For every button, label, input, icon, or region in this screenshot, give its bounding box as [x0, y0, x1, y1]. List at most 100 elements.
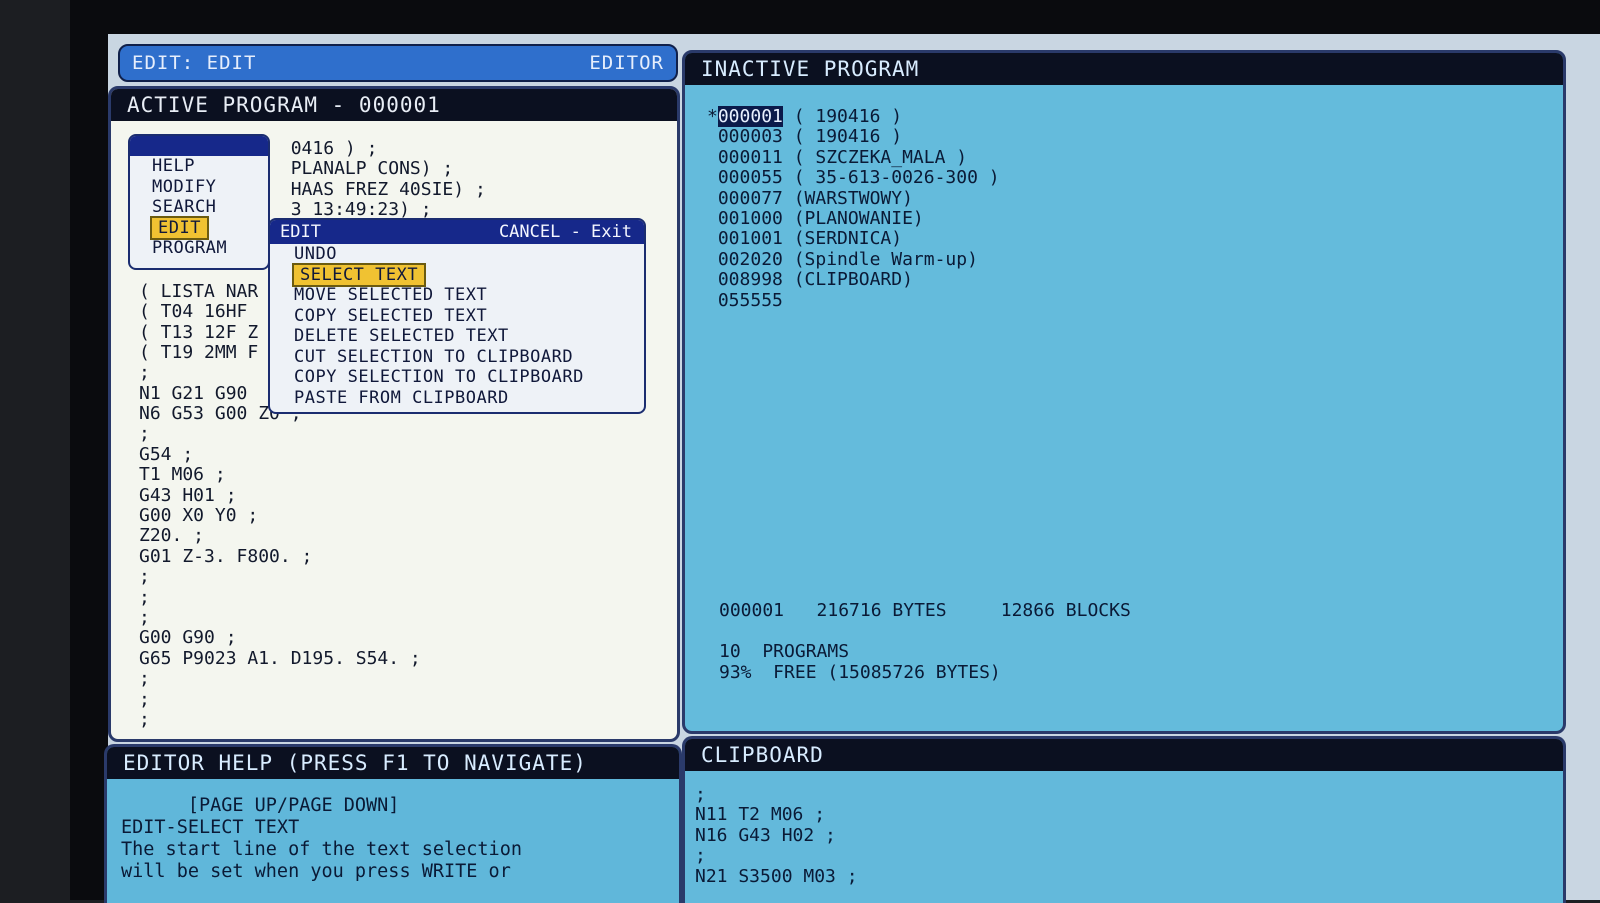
program-menu-item-edit[interactable]: EDIT: [130, 215, 268, 240]
edit-mode-label: EDIT: EDIT: [132, 52, 257, 74]
edit-submenu[interactable]: EDIT CANCEL - Exit UNDO SELECT TEXT MOVE S…: [268, 218, 646, 414]
code-line: ;: [139, 566, 150, 588]
clipboard-panel[interactable]: CLIPBOARD ; N11 T2 M06 ; N16 G43 H02 ;; N21…: [682, 736, 1566, 903]
edit-menu-item-cut-selection-to-clipboard[interactable]: CUT SELECTION TO CLIPBOARD: [270, 347, 644, 368]
active-marker: [707, 147, 718, 168]
program-comment: (WARSTWOWY): [782, 187, 913, 209]
free-space-line: 93% FREE (15085726 BYTES): [719, 661, 1001, 683]
active-marker: [707, 188, 718, 209]
edit-menu-item-paste-from-clipboard[interactable]: PASTE FROM CLIPBOARD: [270, 388, 644, 409]
code-line: T1 M06 ;: [139, 464, 226, 486]
clipboard-line: ;: [695, 784, 706, 805]
edit-submenu-header: EDIT CANCEL - Exit: [270, 220, 644, 244]
code-line: G65 P9023 A1. D195. S54. ;: [139, 647, 421, 669]
program-row[interactable]: 000003 ( 190416 ): [707, 127, 1000, 147]
program-menu-item-help[interactable]: HELP: [130, 156, 268, 177]
program-id: 055555: [717, 289, 783, 311]
help-line: The start line of the text selection: [121, 839, 522, 860]
clipboard-title: CLIPBOARD: [685, 739, 1563, 771]
active-program-title: ACTIVE PROGRAM - 000001: [111, 89, 677, 121]
program-comment: (CLIPBOARD): [782, 269, 913, 291]
edit-menu-item-copy-selected-text[interactable]: COPY SELECTED TEXT: [270, 306, 644, 327]
program-id: 002020: [717, 248, 783, 270]
code-line: ;: [139, 708, 150, 730]
edit-mode-bar: EDIT: EDIT EDITOR: [118, 44, 678, 82]
code-line: G00 X0 Y0 ;: [139, 505, 259, 527]
program-comment: (Spindle Warm-up): [782, 248, 978, 270]
program-comment: ( 190416 ): [782, 126, 903, 148]
program-row[interactable]: *000001 ( 190416 ): [707, 106, 1000, 127]
editor-help-title: EDITOR HELP (PRESS F1 TO NAVIGATE): [107, 747, 679, 779]
edit-menu-item-undo[interactable]: UNDO: [270, 244, 644, 265]
active-marker: [707, 269, 718, 290]
program-menu[interactable]: HELP MODIFY SEARCH EDIT PROGRAM: [128, 134, 270, 270]
program-id: 000003: [717, 126, 783, 148]
program-list[interactable]: *000001 ( 190416 ) 000003 ( 190416 ) 000…: [707, 106, 1000, 311]
program-stats: 000001 216716 BYTES 12866 BLOCKS 10 PROG…: [719, 600, 1131, 683]
program-row[interactable]: 055555: [707, 289, 1000, 311]
program-row[interactable]: 008998 (CLIPBOARD): [707, 269, 1000, 291]
code-line: G43 H01 ;: [139, 484, 237, 506]
program-row[interactable]: 002020 (Spindle Warm-up): [707, 248, 1000, 270]
program-comment: [783, 290, 794, 311]
active-marker: [707, 290, 718, 311]
edit-menu-item-delete-selected-text[interactable]: DELETE SELECTED TEXT: [270, 326, 644, 347]
program-comment: (SERDNICA): [782, 228, 903, 250]
code-line: G00 G90 ;: [139, 627, 237, 649]
clipboard-line: N21 S3500 M03 ;: [695, 865, 858, 887]
program-id: 001001: [717, 228, 783, 250]
program-row[interactable]: 001000 (PLANOWANIE): [707, 207, 1000, 229]
inactive-program-title: INACTIVE PROGRAM: [685, 53, 1563, 85]
help-line: EDIT-SELECT TEXT: [121, 817, 300, 838]
code-line: ;: [139, 606, 150, 628]
code-line: ;: [139, 668, 150, 690]
program-comment: ( 35-613-0026-300 ): [782, 167, 1000, 189]
edit-submenu-title: EDIT: [280, 222, 321, 242]
program-comment: (PLANOWANIE): [782, 207, 924, 229]
help-line: [PAGE UP/PAGE DOWN]: [121, 795, 400, 816]
active-marker: [707, 228, 718, 249]
program-comment: ( SZCZEKA_MALA ): [782, 146, 968, 168]
program-row[interactable]: 000055 ( 35-613-0026-300 ): [707, 167, 1000, 189]
code-line: ;: [139, 586, 150, 608]
active-marker: [707, 208, 718, 229]
code-line: G54 ;: [139, 443, 194, 465]
program-menu-item-search[interactable]: SEARCH: [130, 197, 268, 218]
active-marker: *: [707, 106, 718, 127]
help-line: will be set when you press WRITE or: [121, 861, 511, 882]
program-id: 000011: [717, 146, 783, 168]
editor-help-panel: EDITOR HELP (PRESS F1 TO NAVIGATE) [PAGE…: [104, 744, 682, 903]
code-line: ;: [139, 688, 150, 710]
program-count-line: 10 PROGRAMS: [719, 641, 850, 662]
program-size-line: 000001 216716 BYTES 12866 BLOCKS: [719, 600, 1131, 621]
program-row[interactable]: 000011 ( SZCZEKA_MALA ): [707, 146, 1000, 168]
program-comment: ( 190416 ): [782, 106, 903, 127]
program-row[interactable]: 000077 (WARSTWOWY): [707, 187, 1000, 209]
program-id: 000055: [717, 167, 783, 189]
edit-menu-item-select-text[interactable]: SELECT TEXT: [270, 262, 644, 287]
program-id: 008998: [717, 269, 783, 291]
program-menu-items: HELP MODIFY SEARCH EDIT PROGRAM: [130, 156, 268, 259]
clipboard-line: N11 T2 M06 ;: [695, 804, 826, 826]
active-marker: [707, 126, 718, 147]
program-menu-item-program[interactable]: PROGRAM: [130, 238, 268, 259]
program-id: 000001: [717, 106, 783, 127]
program-row[interactable]: 001001 (SERDNICA): [707, 229, 1000, 249]
edit-menu-item-copy-selection-to-clipboard[interactable]: COPY SELECTION TO CLIPBOARD: [270, 367, 644, 388]
program-menu-item-modify[interactable]: MODIFY: [130, 177, 268, 198]
clipboard-line: N16 G43 H02 ;: [695, 824, 836, 846]
clipboard-line: ;: [695, 845, 706, 867]
program-id: 000077: [717, 187, 783, 209]
active-marker: [707, 167, 718, 188]
code-line: G01 Z-3. F800. ;: [139, 545, 313, 567]
code-line: ;: [139, 423, 150, 445]
inactive-program-panel[interactable]: INACTIVE PROGRAM *000001 ( 190416 ) 0000…: [682, 50, 1566, 734]
program-menu-header: [130, 136, 268, 156]
program-id: 001000: [717, 207, 783, 229]
clipboard-content[interactable]: ; N11 T2 M06 ; N16 G43 H02 ;; N21 S3500 M03…: [695, 784, 858, 887]
cancel-exit-hint: CANCEL - Exit: [498, 222, 632, 242]
edit-submenu-items: UNDO SELECT TEXT MOVE SELECTED TEXT COPY SE…: [270, 244, 644, 408]
active-marker: [707, 249, 718, 270]
code-line: Z20. ;: [139, 525, 205, 547]
edit-menu-item-move-selected-text[interactable]: MOVE SELECTED TEXT: [270, 285, 644, 306]
